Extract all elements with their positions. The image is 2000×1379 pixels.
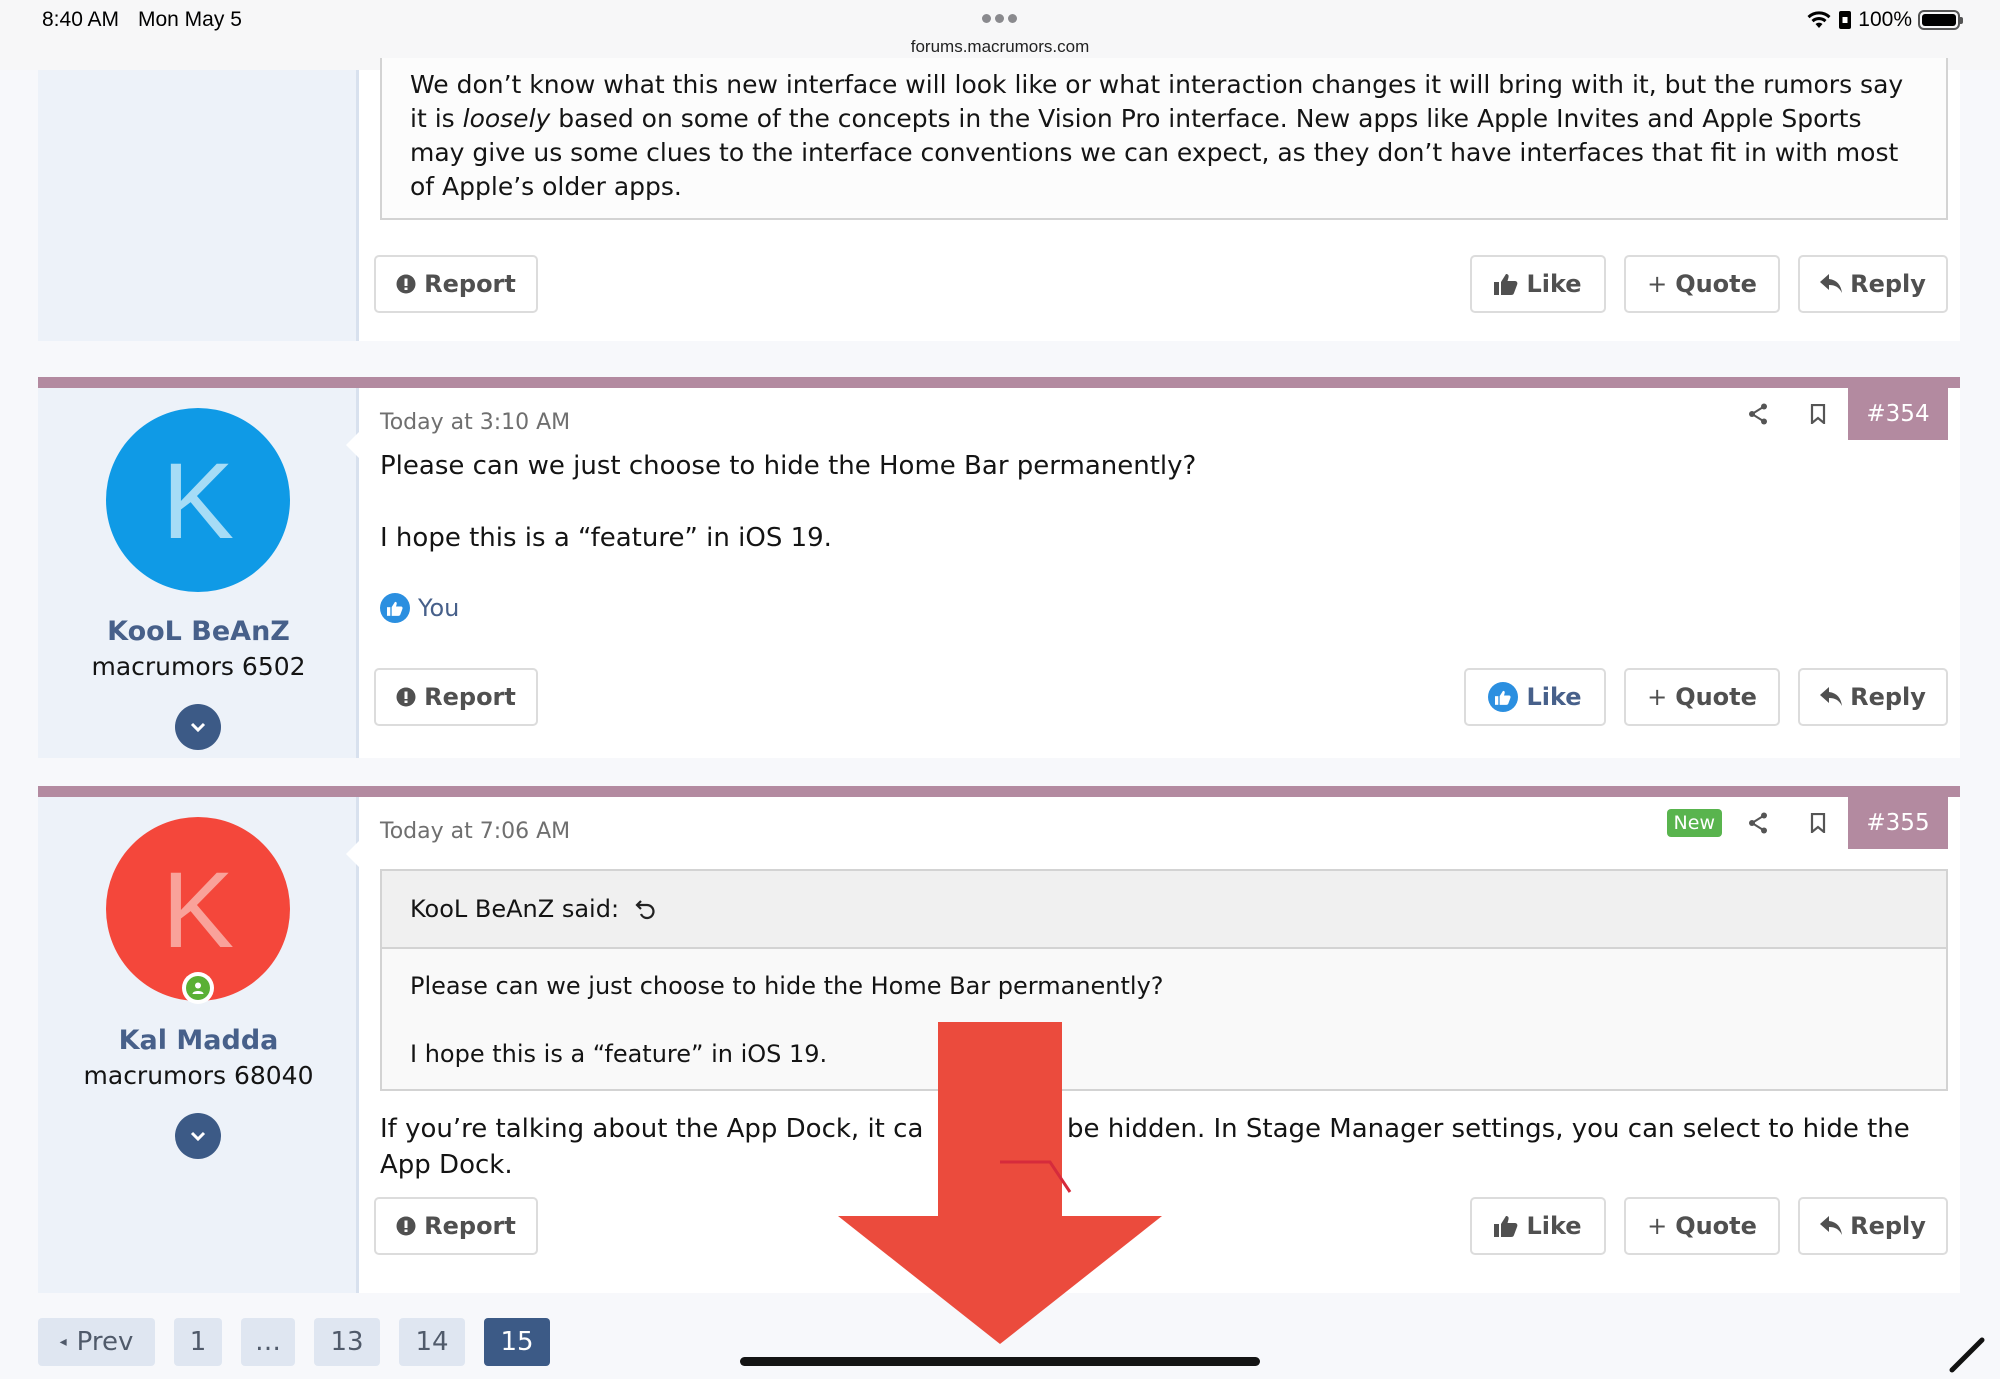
post-number[interactable]: #354 [1848,388,1948,440]
post-body-line: Please can we just choose to hide the Ho… [380,451,1197,481]
plus-icon: + [1647,683,1668,711]
report-button[interactable]: Report [374,1197,538,1255]
post-number[interactable]: #355 [1848,797,1948,849]
reply-button[interactable]: Reply [1798,255,1948,313]
username[interactable]: KooL BeAnZ [38,616,359,647]
bookmark-icon[interactable] [1788,388,1848,440]
quote-line: I hope this is a “feature” in iOS 19. [410,1040,828,1068]
user-column: K KooL BeAnZ macrumors 6502 [38,388,359,758]
reaction-user: You [418,594,460,622]
post-354: K KooL BeAnZ macrumors 6502 Today at 3:1… [38,377,1960,758]
reply-button[interactable]: Reply [1798,668,1948,726]
post-body-text: If you’re talking about the App Dock, it… [380,1114,1910,1180]
page-link[interactable]: 13 [314,1318,380,1366]
post-tools: New #355 [1666,797,1948,849]
page-jump[interactable]: … [241,1318,295,1366]
bookmark-icon[interactable] [1788,797,1848,849]
like-button[interactable]: Like [1470,1197,1606,1255]
post-content: We don’t know what this new interface wi… [374,58,1948,341]
post-previous: We don’t know what this new interface wi… [38,58,1960,341]
battery-icon [1918,10,1963,30]
post-body-line: I hope this is a “feature” in iOS 19. [380,523,832,553]
quote-header[interactable]: KooL BeAnZ said: [382,871,1946,949]
url-label[interactable]: forums.macrumors.com [0,37,2000,57]
post-date[interactable]: Today at 7:06 AM [380,819,570,844]
post-body-block: We don’t know what this new interface wi… [380,58,1948,220]
jump-to-quote-icon[interactable] [635,898,657,920]
post-date[interactable]: Today at 3:10 AM [380,410,570,435]
new-badge: New [1666,809,1722,837]
like-reaction-icon [1488,682,1519,712]
multitasking-dots-icon[interactable] [982,14,1018,24]
reply-arrow-icon [1820,687,1843,706]
chevron-down-icon [190,1131,206,1141]
quote-body: Please can we just choose to hide the Ho… [382,949,1946,1091]
plus-icon: + [1647,270,1668,298]
user-title: macrumors 6502 [91,652,306,681]
plus-icon: + [1647,1212,1668,1240]
wifi-icon [1807,11,1831,28]
report-button[interactable]: Report [374,668,538,726]
alert-icon [396,274,416,294]
lock-rotation-icon [1839,11,1852,29]
thumbs-up-icon [1494,274,1518,295]
reply-arrow-icon [1820,274,1843,293]
post-tools: #354 [1728,388,1948,440]
user-column [38,70,359,341]
user-title: macrumors 68040 [83,1061,314,1090]
status-date: Mon May 5 [138,8,242,31]
quote-button[interactable]: + Quote [1624,255,1780,313]
chevron-down-icon [190,722,206,732]
page-link-current[interactable]: 15 [484,1318,550,1366]
status-time: 8:40 AM [42,8,120,31]
chevron-left-icon: ◂ [59,1334,67,1350]
like-reaction-icon [380,593,410,623]
prev-page-button[interactable]: ◂ Prev [38,1318,155,1366]
quote-author[interactable]: KooL BeAnZ said: [410,895,619,923]
reply-arrow-icon [1820,1216,1843,1235]
status-indicators: 100% [1806,6,1963,34]
expand-user-info-button[interactable] [175,1113,221,1159]
alert-icon [396,687,416,707]
pencil-icon[interactable] [1948,1334,1988,1374]
down-arrow-annotation-icon [838,1022,1162,1344]
quoted-message: KooL BeAnZ said: Please can we just choo… [380,869,1948,1091]
thumbs-up-icon [1494,1216,1518,1237]
avatar[interactable]: K [106,408,290,592]
quote-line: Please can we just choose to hide the Ho… [410,972,1164,1000]
user-column-arrow [346,841,359,867]
like-button[interactable]: Like [1470,255,1606,313]
report-button[interactable]: Report [374,255,538,313]
share-icon[interactable] [1728,388,1788,440]
page-link[interactable]: 1 [174,1318,222,1366]
reply-button[interactable]: Reply [1798,1197,1948,1255]
like-button-active[interactable]: Like [1464,668,1606,726]
user-column: K Kal Madda macrumors 68040 [38,797,359,1293]
battery-percent: 100% [1858,8,1912,31]
expand-user-info-button[interactable] [175,704,221,750]
user-column-arrow [346,432,359,458]
reaction-summary[interactable]: You [380,593,459,623]
post-body-text: We don’t know what this new interface wi… [410,70,1904,201]
online-status-icon [182,972,214,1004]
username[interactable]: Kal Madda [38,1025,359,1056]
page-link[interactable]: 14 [399,1318,465,1366]
share-icon[interactable] [1728,797,1788,849]
alert-icon [396,1216,416,1236]
pagination: ◂ Prev 1 … 13 14 15 [38,1318,569,1366]
post-content: Today at 3:10 AM #354 Please can we just… [374,388,1948,758]
post-content: Today at 7:06 AM New #355 KooL BeAnZ sai… [374,797,1948,1293]
quote-button[interactable]: + Quote [1624,1197,1780,1255]
home-indicator[interactable] [740,1357,1260,1366]
quote-button[interactable]: + Quote [1624,668,1780,726]
